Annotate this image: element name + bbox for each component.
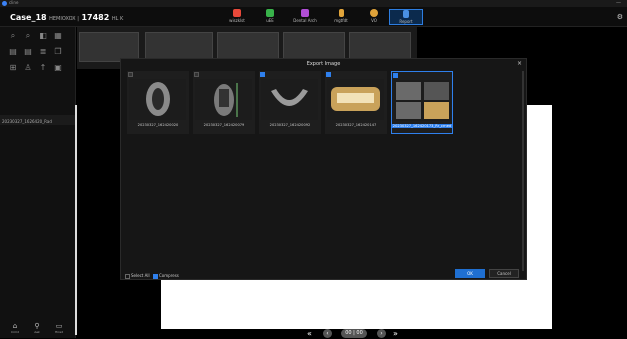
image-card[interactable]: 20230327_162420147	[325, 71, 387, 134]
image-thumbnail	[394, 80, 451, 121]
image-card[interactable]: 20230327_162420092	[259, 71, 321, 134]
image-checkbox[interactable]	[194, 72, 199, 77]
crmd-icon: ⌂	[12, 322, 18, 330]
page-count: 00 | 00	[341, 329, 367, 338]
close-icon[interactable]: ×	[517, 60, 522, 67]
study-label: 20230327_1626420_Rad	[2, 119, 52, 124]
dialog-title: Export Image	[306, 61, 341, 67]
tool-implant[interactable]: mgtfdt	[324, 9, 358, 25]
layout-icon[interactable]: ▤	[8, 47, 18, 57]
person-icon[interactable]: ♙	[23, 63, 33, 73]
image-thumbnail	[327, 79, 384, 120]
export-image-dialog: Export Image × 20230327_162420020 202303…	[120, 58, 527, 280]
uee-icon	[266, 9, 274, 17]
scan-image	[394, 80, 451, 121]
dental-arch-icon	[301, 9, 309, 17]
first-page-button[interactable]: «	[307, 329, 312, 338]
app-name: cline	[9, 0, 19, 5]
case-suffix: HL K	[111, 16, 124, 22]
image-thumbnail	[195, 79, 252, 120]
aek-button[interactable]: ⚲ Aek	[30, 322, 44, 334]
search-icon[interactable]: ⌕	[8, 31, 18, 41]
implant-icon	[338, 9, 344, 17]
case-name: Case_18	[10, 13, 47, 22]
image-icon[interactable]: ▣	[53, 63, 63, 73]
image-checkbox[interactable]	[393, 73, 398, 78]
image-caption: 20230327_162420020	[137, 123, 179, 127]
image-card[interactable]: 20230327_162420079	[193, 71, 255, 134]
cancel-button[interactable]: Cancel	[489, 269, 519, 278]
sidebar-bottom-tools: ⌂ Crmd ⚲ Aek ▭ Hirad	[8, 322, 68, 336]
copy-icon[interactable]: ❐	[53, 47, 63, 57]
3d-icon	[370, 9, 378, 17]
tool-uee[interactable]: uEE	[253, 9, 287, 25]
aek-icon: ⚲	[34, 322, 40, 330]
list-icon[interactable]: ≣	[38, 47, 48, 57]
image-caption: 20230327_162420173_Rr_crned	[392, 124, 452, 128]
image-thumbnail	[129, 79, 186, 120]
left-sidebar: ⌕ ⌕ ◧ ▦ ▤ ▤ ≣ ❐ ⊞ ♙ ↑ ▣ 20230327_1626420…	[0, 27, 77, 338]
crmd-button[interactable]: ⌂ Crmd	[8, 322, 22, 334]
prev-page-button[interactable]: ‹	[323, 329, 332, 338]
window-titlebar: cline —	[0, 0, 627, 7]
grid-icon[interactable]: ▦	[53, 31, 63, 41]
tool-report[interactable]: Report	[389, 9, 423, 25]
tool-3d[interactable]: VO	[357, 9, 391, 25]
hirad-button[interactable]: ▭ Hirad	[52, 322, 66, 334]
image-thumbnail	[261, 79, 318, 120]
case-title: Case_18 HEMIOXOX | 17482 HL K	[10, 13, 123, 22]
scan-image	[129, 79, 186, 120]
tool-wizard[interactable]: wiszklst	[220, 9, 254, 25]
scan-image	[195, 79, 252, 120]
report-icon	[403, 10, 409, 18]
hirad-icon: ▭	[55, 322, 63, 330]
select-all-checkbox[interactable]	[125, 273, 130, 279]
scan-image	[261, 79, 318, 120]
case-small: HEMIOXOX |	[49, 16, 79, 22]
dialog-scrollbar[interactable]	[522, 71, 524, 271]
scan-image	[327, 79, 384, 120]
image-caption: 20230327_162420147	[335, 123, 377, 127]
upload-icon[interactable]: ↑	[38, 63, 48, 73]
grid-small-icon[interactable]: ⊞	[8, 63, 18, 73]
wizard-icon	[233, 9, 241, 17]
compress-option[interactable]: Compress	[153, 273, 179, 279]
image-caption: 20230327_162420079	[203, 123, 245, 127]
image-checkbox[interactable]	[128, 72, 133, 77]
image-caption: 20230327_162420092	[269, 123, 311, 127]
zoom-icon[interactable]: ⌕	[23, 31, 33, 41]
layers-icon[interactable]: ▤	[23, 47, 33, 57]
window-control-button[interactable]: —	[616, 0, 621, 6]
case-id: 17482	[81, 13, 110, 22]
image-checkbox[interactable]	[260, 72, 265, 77]
next-page-button[interactable]: ›	[377, 329, 386, 338]
select-all-option[interactable]: Select All	[125, 273, 150, 279]
image-card[interactable]: 20230327_162420173_Rr_crned	[391, 71, 453, 134]
tool-dental-arch[interactable]: Dental Arch	[288, 9, 322, 25]
image-card[interactable]: 20230327_162420020	[127, 71, 189, 134]
last-page-button[interactable]: »	[393, 329, 398, 338]
app-logo-icon	[2, 1, 7, 6]
image-checkbox[interactable]	[326, 72, 331, 77]
compress-checkbox[interactable]	[153, 273, 158, 279]
panel-icon[interactable]: ◧	[38, 31, 48, 41]
settings-icon[interactable]: ⚙	[617, 13, 623, 21]
ok-button[interactable]: OK	[455, 269, 485, 278]
app-header: Case_18 HEMIOXOX | 17482 HL K wiszklst u…	[0, 7, 627, 27]
